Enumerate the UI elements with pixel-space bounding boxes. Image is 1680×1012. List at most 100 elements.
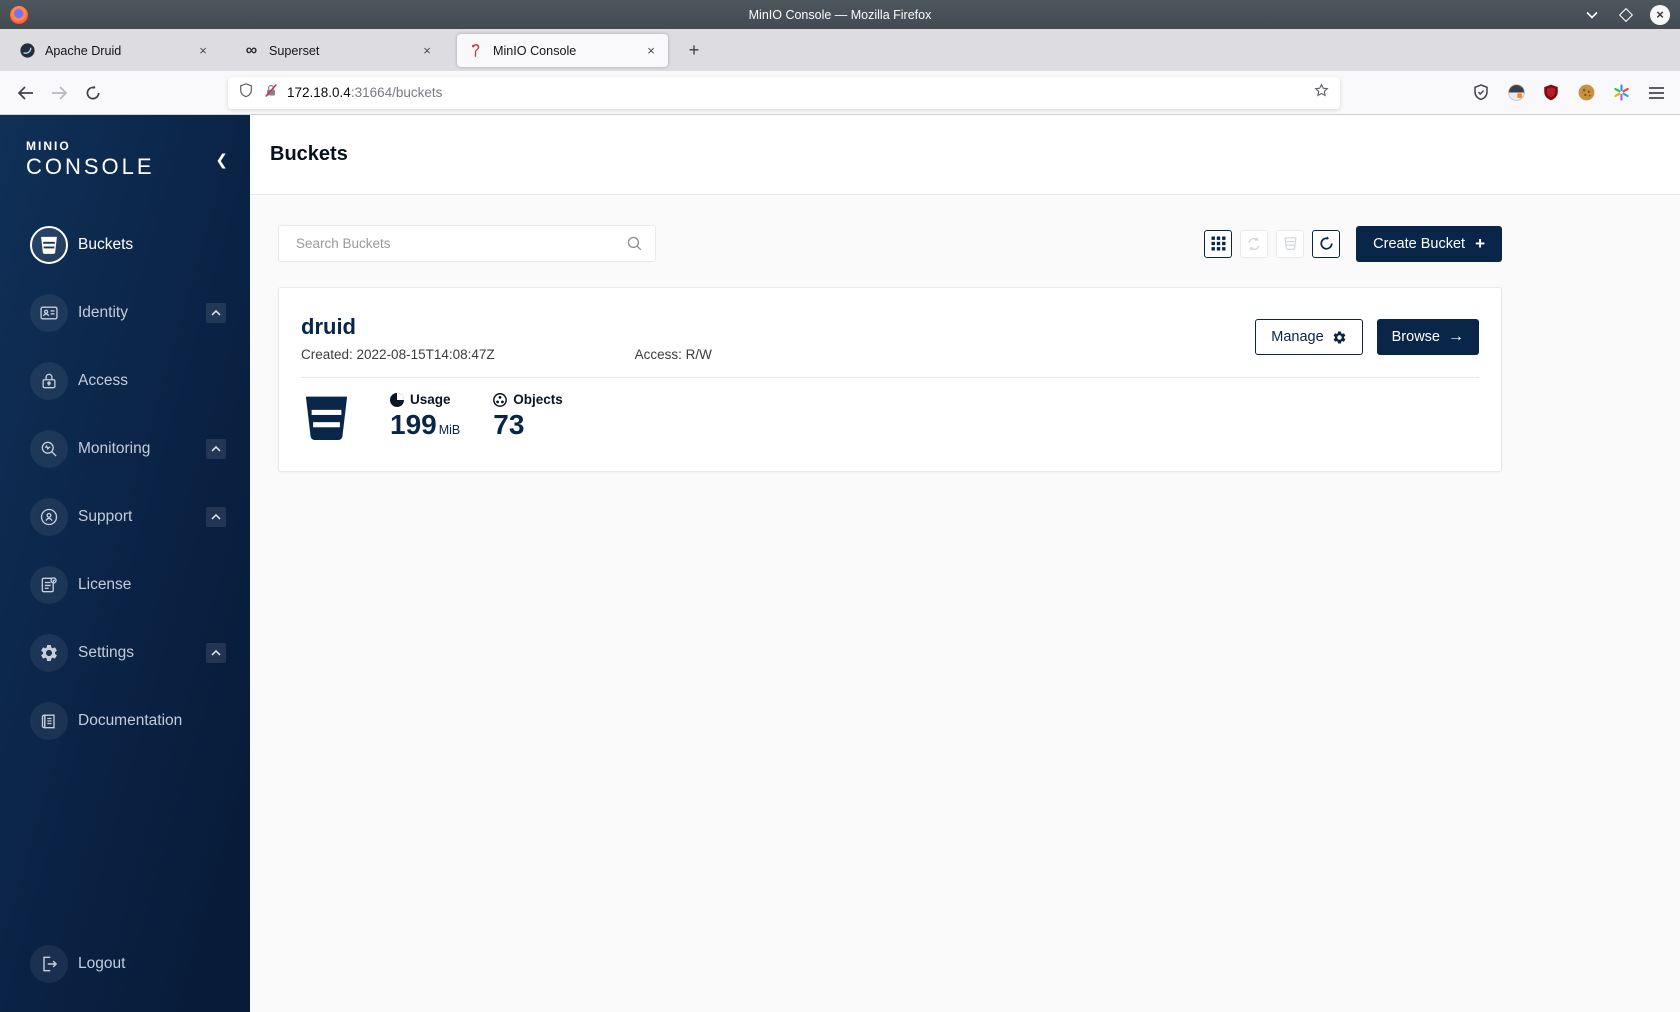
browse-label: Browse: [1391, 329, 1440, 345]
tab-label: Superset: [269, 43, 320, 58]
extension-ublock-icon[interactable]: [1537, 79, 1565, 107]
chevron-up-icon[interactable]: [206, 507, 226, 527]
chevron-up-icon[interactable]: [206, 439, 226, 459]
tab-label: MinIO Console: [493, 43, 577, 58]
buckets-toolbar: Create Bucket +: [278, 225, 1502, 262]
search-buckets-input[interactable]: [278, 225, 656, 262]
browser-toolbar: 172.18.0.4:31664/buckets: [0, 71, 1680, 115]
sidebar-item-documentation[interactable]: Documentation: [0, 687, 250, 755]
arrow-right-icon: →: [1448, 328, 1464, 345]
page-header: Buckets: [250, 115, 1680, 195]
manage-button[interactable]: Manage: [1255, 319, 1363, 355]
firefox-logo-icon: [10, 5, 28, 24]
tab-close-icon[interactable]: ×: [418, 42, 436, 60]
sidebar-item-label: Buckets: [78, 236, 134, 253]
gear-icon: [1333, 331, 1345, 343]
usage-label: Usage: [410, 392, 451, 407]
access-icon: [30, 362, 68, 400]
tab-superset[interactable]: ∞ Superset ×: [233, 34, 444, 67]
grid-view-button[interactable]: [1204, 229, 1233, 258]
objects-value: 73: [493, 409, 525, 440]
url-bar[interactable]: 172.18.0.4:31664/buckets: [228, 76, 1340, 109]
menu-hamburger-icon[interactable]: [1642, 79, 1670, 107]
sidebar-item-label: Monitoring: [78, 440, 151, 457]
back-button[interactable]: [10, 78, 40, 108]
extension-colorburst-icon[interactable]: [1607, 79, 1635, 107]
window-title: MinIO Console — Mozilla Firefox: [748, 7, 932, 22]
bucket-name[interactable]: druid: [301, 314, 712, 340]
sidebar-item-support[interactable]: Support: [0, 483, 250, 551]
buckets-icon: [30, 226, 68, 264]
extension-shield-icon[interactable]: [1467, 79, 1495, 107]
license-icon: [30, 566, 68, 604]
usage-pie-icon: [390, 392, 404, 407]
sidebar-item-label: Documentation: [78, 712, 183, 729]
minio-logo: MINIO CONSOLE ❮: [0, 115, 250, 180]
minio-favicon-icon: [467, 42, 484, 59]
sidebar-item-label: Access: [78, 372, 128, 389]
sidebar-item-label: Settings: [78, 644, 135, 661]
url-path: :31664/buckets: [350, 85, 443, 100]
minio-sidebar: MINIO CONSOLE ❮ Buckets Identity Access …: [0, 115, 250, 1012]
support-icon: [30, 498, 68, 536]
tracking-shield-icon[interactable]: [238, 82, 254, 104]
tab-minio-console[interactable]: MinIO Console ×: [457, 34, 668, 67]
card-divider: [301, 377, 1479, 378]
bucket-card-druid[interactable]: druid Created: 2022-08-15T14:08:47Z Acce…: [278, 287, 1502, 472]
monitoring-icon: [30, 430, 68, 468]
sidebar-item-logout[interactable]: Logout: [0, 930, 250, 998]
manage-label: Manage: [1271, 329, 1324, 345]
tab-close-icon[interactable]: ×: [642, 42, 660, 60]
firefox-window: MinIO Console — Mozilla Firefox × Apache…: [0, 0, 1680, 1012]
sidebar-item-access[interactable]: Access: [0, 347, 250, 415]
sidebar-item-monitoring[interactable]: Monitoring: [0, 415, 250, 483]
set-replication-button[interactable]: [1240, 229, 1269, 258]
logout-icon: [30, 945, 68, 983]
tab-apache-druid[interactable]: Apache Druid ×: [9, 34, 220, 67]
forward-button[interactable]: [44, 78, 74, 108]
reload-button[interactable]: [78, 78, 108, 108]
window-minimize-button[interactable]: [1582, 5, 1602, 25]
chevron-up-icon[interactable]: [206, 303, 226, 323]
sidebar-item-license[interactable]: License: [0, 551, 250, 619]
tab-close-icon[interactable]: ×: [194, 42, 212, 60]
create-bucket-button[interactable]: Create Bucket +: [1356, 225, 1502, 262]
delete-buckets-button[interactable]: [1276, 229, 1305, 258]
sidebar-nav: Buckets Identity Access Monitoring Suppo…: [0, 211, 250, 755]
new-tab-button[interactable]: +: [681, 37, 707, 63]
main-content: Buckets Search Buckets Create Bucket + d…: [250, 115, 1680, 1012]
window-close-button[interactable]: ×: [1650, 4, 1670, 25]
bucket-icon: [305, 396, 348, 441]
bucket-access: Access: R/W: [634, 347, 712, 362]
bucket-created: Created: 2022-08-15T14:08:47Z: [301, 347, 495, 362]
window-maximize-button[interactable]: [1616, 5, 1636, 25]
sidebar-item-buckets[interactable]: Buckets: [0, 211, 250, 279]
url-host: 172.18.0.4: [287, 85, 351, 100]
usage-metric: Usage 199 MiB: [390, 392, 460, 440]
usage-value: 199: [390, 409, 437, 440]
sidebar-collapse-icon[interactable]: ❮: [215, 151, 228, 169]
bookmark-star-icon[interactable]: [1313, 82, 1330, 104]
sidebar-item-label: Support: [78, 508, 133, 525]
insecure-lock-icon[interactable]: [263, 82, 279, 104]
usage-unit: MiB: [438, 423, 461, 437]
sidebar-item-label: Identity: [78, 304, 128, 321]
window-titlebar: MinIO Console — Mozilla Firefox ×: [0, 0, 1680, 29]
chevron-up-icon[interactable]: [206, 643, 226, 663]
sidebar-item-settings[interactable]: Settings: [0, 619, 250, 687]
plus-icon: +: [1475, 233, 1485, 253]
url-text: 172.18.0.4:31664/buckets: [287, 85, 1313, 100]
objects-metric: Objects 73: [493, 392, 563, 440]
sidebar-item-identity[interactable]: Identity: [0, 279, 250, 347]
tab-label: Apache Druid: [45, 43, 122, 58]
sidebar-item-label: License: [78, 576, 132, 593]
settings-gear-icon: [30, 634, 68, 672]
logout-label: Logout: [78, 955, 126, 972]
create-bucket-label: Create Bucket: [1373, 235, 1466, 252]
browse-button[interactable]: Browse →: [1376, 319, 1479, 355]
extension-cookie-icon[interactable]: [1572, 79, 1600, 107]
refresh-buckets-button[interactable]: [1312, 229, 1341, 258]
extension-proxy-icon[interactable]: [1502, 79, 1530, 107]
tab-strip: Apache Druid × ∞ Superset × MinIO Consol…: [0, 29, 1680, 71]
documentation-icon: [30, 702, 68, 740]
